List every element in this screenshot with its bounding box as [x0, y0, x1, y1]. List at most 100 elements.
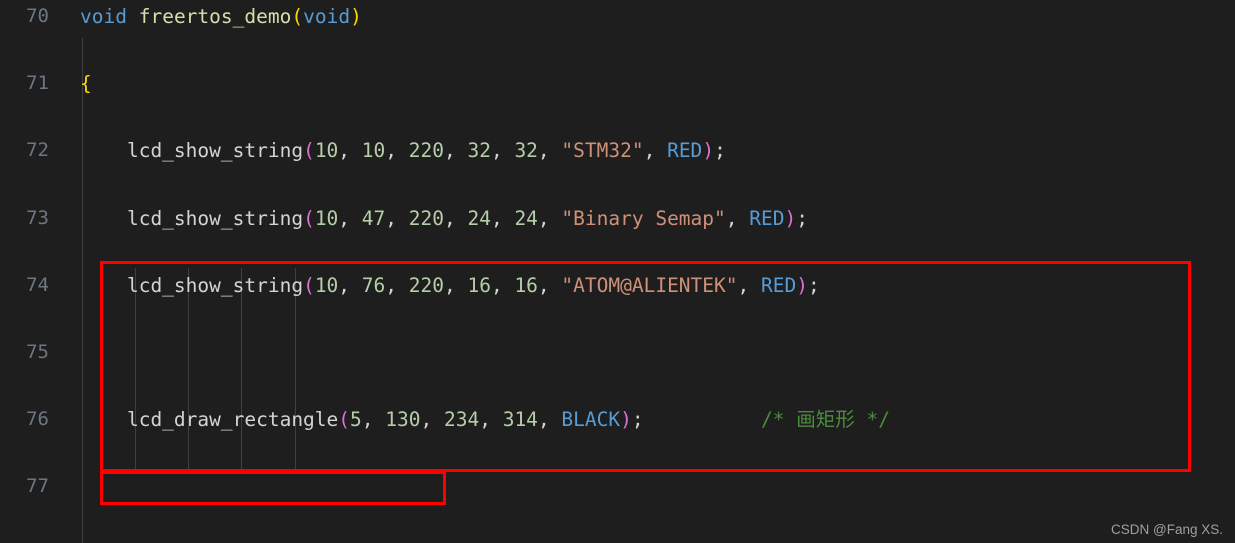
code-text: xTaskCreate((TaskFunction_t )start_task,…	[80, 538, 886, 543]
token-num: 220	[409, 274, 444, 297]
token-id: ,	[538, 207, 561, 230]
token-id	[127, 5, 139, 28]
token-id: ,	[444, 274, 467, 297]
code-editor[interactable]: 70void freertos_demo(void)71{72 lcd_show…	[0, 0, 1235, 543]
token-id: ;	[714, 139, 726, 162]
token-num: 220	[409, 207, 444, 230]
code-line[interactable]: 72 lcd_show_string(10, 10, 220, 32, 32, …	[0, 134, 1235, 168]
token-num: 10	[362, 139, 385, 162]
token-p2: (	[303, 139, 315, 162]
token-num: 130	[385, 408, 420, 431]
token-id: ,	[479, 408, 502, 431]
line-number: 76	[0, 403, 60, 437]
line-number: 77	[0, 470, 60, 504]
token-id: lcd_show_string	[80, 139, 303, 162]
token-num: 16	[514, 274, 537, 297]
token-str: "ATOM@ALIENTEK"	[561, 274, 737, 297]
token-id: ,	[644, 139, 667, 162]
code-text: lcd_show_string(10, 10, 220, 32, 32, "ST…	[80, 134, 726, 168]
token-p2: )	[620, 408, 632, 431]
line-number: 72	[0, 134, 60, 168]
token-p2: (	[303, 207, 315, 230]
token-kw: void	[80, 5, 127, 28]
line-number: 74	[0, 269, 60, 303]
code-text: lcd_show_string(10, 47, 220, 24, 24, "Bi…	[80, 202, 808, 236]
token-p1: {	[80, 72, 92, 95]
code-line[interactable]: 76 lcd_draw_rectangle(5, 130, 234, 314, …	[0, 403, 1235, 437]
code-text: {	[80, 67, 92, 101]
token-id: ,	[362, 408, 385, 431]
token-p2: )	[796, 274, 808, 297]
token-num: 47	[362, 207, 385, 230]
code-text: lcd_draw_rectangle(5, 130, 234, 314, BLA…	[80, 403, 890, 437]
token-macro: RED	[761, 274, 796, 297]
token-id: ,	[444, 139, 467, 162]
token-num: 314	[503, 408, 538, 431]
token-macro: RED	[667, 139, 702, 162]
token-p2: )	[785, 207, 797, 230]
code-line[interactable]: 75	[0, 336, 1235, 370]
token-id: ,	[385, 207, 408, 230]
token-kw: void	[303, 5, 350, 28]
token-id: ,	[491, 274, 514, 297]
token-id: ;	[632, 408, 644, 431]
token-num: 32	[467, 139, 490, 162]
token-p2: )	[702, 139, 714, 162]
token-id: ,	[444, 207, 467, 230]
line-number: 70	[0, 0, 60, 34]
token-fn: freertos_demo	[139, 5, 292, 28]
token-p2: (	[338, 408, 350, 431]
code-line[interactable]: 70void freertos_demo(void)	[0, 0, 1235, 34]
token-id: lcd_draw_rectangle	[80, 408, 338, 431]
token-id: ,	[385, 274, 408, 297]
token-num: 220	[409, 139, 444, 162]
line-number: 78	[0, 538, 60, 543]
token-num: 5	[350, 408, 362, 431]
token-id: ;	[796, 207, 808, 230]
token-id: ,	[421, 408, 444, 431]
watermark: CSDN @Fang XS.	[1111, 522, 1223, 537]
token-id	[644, 408, 761, 431]
token-num: 10	[315, 139, 338, 162]
code-lines-container: 70void freertos_demo(void)71{72 lcd_show…	[0, 0, 1235, 538]
token-macro: BLACK	[561, 408, 620, 431]
token-id: ,	[338, 139, 361, 162]
token-id: ,	[738, 274, 761, 297]
token-cmt: /* 画矩形 */	[761, 408, 890, 431]
token-id: ,	[491, 139, 514, 162]
token-id: ,	[491, 207, 514, 230]
token-id: ,	[538, 274, 561, 297]
code-line[interactable]: 78 xTaskCreate((TaskFunction_t )start_ta…	[0, 538, 1235, 543]
token-num: 10	[315, 207, 338, 230]
code-line[interactable]: 71 {	[0, 67, 1235, 101]
token-num: 234	[444, 408, 479, 431]
token-id: ,	[538, 139, 561, 162]
line-number: 73	[0, 202, 60, 236]
token-p1: )	[350, 5, 362, 28]
token-num: 24	[514, 207, 537, 230]
token-id: lcd_show_string	[80, 207, 303, 230]
token-p1: (	[291, 5, 303, 28]
token-id: ,	[338, 274, 361, 297]
token-p2: (	[303, 274, 315, 297]
code-line[interactable]: 73 lcd_show_string(10, 47, 220, 24, 24, …	[0, 202, 1235, 236]
code-line[interactable]: 74 lcd_show_string(10, 76, 220, 16, 16, …	[0, 269, 1235, 303]
token-id: ,	[338, 207, 361, 230]
token-id: ,	[385, 139, 408, 162]
code-text: lcd_show_string(10, 76, 220, 16, 16, "AT…	[80, 269, 820, 303]
token-id: lcd_show_string	[80, 274, 303, 297]
token-str: "STM32"	[561, 139, 643, 162]
token-num: 76	[362, 274, 385, 297]
token-id: ;	[808, 274, 820, 297]
code-line[interactable]: 77	[0, 470, 1235, 504]
token-id: ,	[538, 408, 561, 431]
token-macro: RED	[749, 207, 784, 230]
line-number: 71	[0, 67, 60, 101]
token-num: 16	[467, 274, 490, 297]
line-number: 75	[0, 336, 60, 370]
token-str: "Binary Semap"	[561, 207, 725, 230]
token-num: 10	[315, 274, 338, 297]
token-num: 32	[514, 139, 537, 162]
code-text: void freertos_demo(void)	[80, 0, 362, 34]
token-num: 24	[467, 207, 490, 230]
